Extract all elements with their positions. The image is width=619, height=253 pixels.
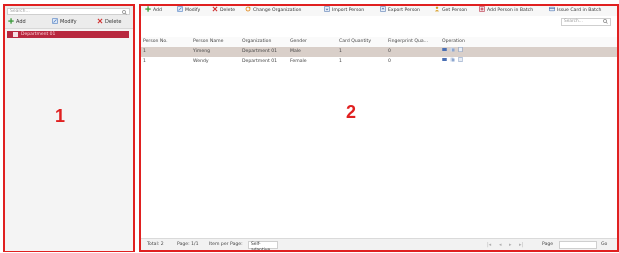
organization-tree: Department 01 [5,28,133,251]
items-per-page-label: Item per Page: [209,242,243,247]
panel-number-label: 2 [346,102,357,122]
page-number-input[interactable] [559,241,597,249]
add-organization-label: Add [16,19,26,25]
table-row[interactable]: 1 Wendy Department 01 Female 1 0 [141,57,617,67]
delete-organization-button[interactable]: Delete [97,17,121,28]
person-no-cell: 1 [143,59,146,64]
edit-icon [177,6,183,12]
delete-organization-label: Delete [105,19,122,25]
card-icon [549,6,555,11]
refresh-icon [245,6,251,11]
card-quantity-cell: 1 [339,59,342,64]
add-person-in-batch-button[interactable]: Add Person in Batch [479,6,533,16]
add-person-in-batch-label: Add Person in Batch [487,8,534,13]
table-row[interactable]: 1 Yimeng Department 01 Male 1 0 [141,47,617,57]
column-header-organization[interactable]: Organization [242,37,287,47]
get-person-label: Get Person [442,8,468,13]
column-header-fingerprint-quantity[interactable]: Fingerprint Qua... [388,37,444,47]
organization-toolbar: Add Modify Delete [7,17,130,28]
card-quantity-cell: 1 [339,49,342,54]
go-button[interactable]: Go [601,239,607,250]
card-icon[interactable] [442,57,447,62]
modify-person-label: Modify [185,8,201,13]
edit-icon [52,17,58,24]
organization-search-input[interactable]: Search... [7,8,130,15]
organization-cell: Department 01 [242,49,278,54]
column-header-card-quantity[interactable]: Card Quantity [339,37,389,47]
issue-card-in-batch-button[interactable]: Issue Card in Batch [549,6,601,16]
pagination-bar: Total: 2 Page: 1/1 Item per Page: Self-a… [141,238,617,252]
close-icon [97,18,103,23]
add-organization-button[interactable]: Add [8,17,26,28]
modify-organization-label: Modify [60,19,77,25]
previous-page-icon[interactable]: ◂ [499,239,502,250]
column-header-person-name[interactable]: Person Name [193,37,238,47]
operation-cell [442,47,482,57]
fingerprint-icon[interactable] [450,57,455,62]
search-icon[interactable] [122,10,127,15]
page-indicator: Page: 1/1 [177,242,199,247]
delete-person-button[interactable]: Delete [212,6,235,16]
document-icon[interactable] [458,57,463,62]
items-per-page-select[interactable]: Self-adaptive [248,241,278,252]
person-search-placeholder: Search... [564,19,583,24]
gender-cell: Female [290,59,307,64]
import-person-button[interactable]: Import Person [324,6,364,16]
change-organization-label: Change Organization [253,8,302,13]
organization-panel: Search... Add Modify Delete Department 0… [3,4,135,252]
add-person-button[interactable]: Add [145,6,162,16]
organization-cell: Department 01 [242,59,278,64]
fingerprint-quantity-cell: 0 [388,59,391,64]
change-organization-button[interactable]: Change Organization [245,6,301,16]
operation-cell [442,57,482,67]
issue-card-in-batch-label: Issue Card in Batch [557,8,602,13]
next-page-icon[interactable]: ▸ [509,239,512,250]
column-header-operation: Operation [442,39,465,44]
person-no-cell: 1 [143,49,146,54]
plus-icon [145,6,151,12]
import-icon [324,6,330,12]
plus-icon [8,17,14,24]
organization-icon [13,32,18,37]
add-person-label: Add [153,8,162,13]
modify-person-button[interactable]: Modify [177,6,200,16]
column-header-person-no[interactable]: Person No. [143,37,183,47]
panel-number-label: 1 [55,106,66,126]
column-header-gender[interactable]: Gender [290,37,330,47]
total-count: Total: 2 [147,242,164,247]
organization-search-placeholder: Search... [10,9,30,14]
document-icon[interactable] [458,47,463,52]
fingerprint-quantity-cell: 0 [388,49,391,54]
first-page-icon[interactable]: |◂ [487,239,491,250]
modify-organization-button[interactable]: Modify [52,17,77,28]
gender-cell: Male [290,49,301,54]
person-toolbar: Add Modify Delete Change Organization Im… [141,6,617,16]
person-download-icon [434,6,440,11]
export-person-button[interactable]: Export Person [380,6,420,16]
delete-person-label: Delete [220,8,236,13]
organization-item-department-01[interactable]: Department 01 [7,31,129,38]
card-icon[interactable] [442,47,447,52]
batch-add-icon [479,6,485,12]
person-name-cell: Yimeng [193,49,211,54]
page-jump-label: Page [542,242,554,247]
person-panel: Add Modify Delete Change Organization Im… [139,4,619,252]
search-icon[interactable] [603,19,608,24]
export-icon [380,6,386,12]
fingerprint-icon[interactable] [450,47,455,52]
organization-item-label: Department 01 [21,32,56,37]
close-icon [212,6,218,11]
export-person-label: Export Person [388,8,420,13]
get-person-button[interactable]: Get Person [434,6,467,16]
items-per-page-value: Self-adaptive [251,242,271,252]
import-person-label: Import Person [332,8,365,13]
last-page-icon[interactable]: ▸| [519,239,523,250]
person-name-cell: Wendy [193,59,209,64]
